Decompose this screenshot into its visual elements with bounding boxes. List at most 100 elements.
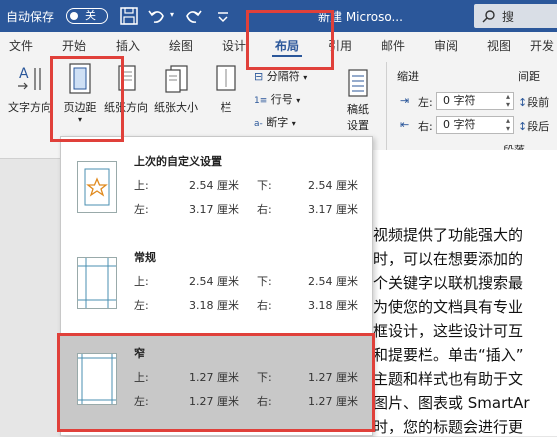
hyphenation-dropdown-icon: ▾ xyxy=(291,119,296,128)
document-line: 为使您的文档具有专业 xyxy=(373,298,524,316)
text-direction-button[interactable]: A 文字方向 xyxy=(4,62,56,115)
document-line: 框设计，这些设计可互 xyxy=(373,322,524,340)
document-line: 图片、图表或 SmartAr xyxy=(373,394,530,412)
breaks-label: 分隔符 xyxy=(266,70,300,83)
margin-preview-last-custom xyxy=(77,161,117,213)
autosave-toggle[interactable]: 关 xyxy=(66,8,108,24)
indent-right-value: 0 字符 xyxy=(443,118,476,131)
document-line: 视频提供了功能强大的 xyxy=(373,226,524,244)
save-icon[interactable] xyxy=(118,5,140,27)
indent-right-label: 右: xyxy=(418,120,433,133)
right-label: 右: xyxy=(257,203,272,216)
indent-left-input[interactable]: 0 字符 ▴ ▾ xyxy=(436,92,514,110)
toggle-state-label: 关 xyxy=(85,9,96,22)
ribbon-divider xyxy=(386,62,387,152)
undo-dropdown-icon[interactable]: ▾ xyxy=(170,10,174,19)
left-label: 左: xyxy=(134,203,149,216)
customize-icon[interactable] xyxy=(212,5,234,27)
document-line: 和提要栏。单击“插入” xyxy=(373,346,524,364)
tab-insert[interactable]: 插入 xyxy=(116,37,140,54)
spacing-after[interactable]: ↕段后 xyxy=(518,118,549,134)
highlight-margins-button xyxy=(50,56,124,142)
size-icon xyxy=(165,65,188,93)
hyphenation-button[interactable]: a- 断字 ▾ xyxy=(254,114,296,130)
spacing-before[interactable]: ↕段前 xyxy=(518,94,549,110)
redo-icon[interactable] xyxy=(182,5,204,27)
search-placeholder: 搜 xyxy=(502,10,515,24)
breaks-dropdown-icon: ▾ xyxy=(303,73,308,82)
spacing-before-label: 段前 xyxy=(527,96,550,109)
document-line: 时，您的标题会进行更 xyxy=(373,418,524,436)
bottom-label: 下: xyxy=(257,275,272,288)
bottom-value: 2.54 厘米 xyxy=(308,179,358,192)
line-numbers-button[interactable]: 1≡ 行号 ▾ xyxy=(254,91,300,107)
right-value: 3.17 厘米 xyxy=(308,203,358,216)
document-page[interactable]: 视频提供了功能强大的 时，可以在想要添加的 个关键字以联机搜索最 为使您的文档具… xyxy=(347,150,557,436)
manuscript-label-2: 设置 xyxy=(347,119,369,132)
breaks-icon: ⊟ xyxy=(254,70,264,83)
indent-right-input[interactable]: 0 字符 ▴ ▾ xyxy=(436,116,514,134)
search-icon xyxy=(482,10,495,23)
spacing-after-icon: ↕ xyxy=(518,120,528,133)
columns-button[interactable]: 栏 xyxy=(206,62,246,115)
text-direction-label: 文字方向 xyxy=(8,101,52,114)
spacing-before-icon: ↕ xyxy=(518,96,528,109)
breaks-button[interactable]: ⊟ 分隔符 ▾ xyxy=(254,68,307,84)
columns-icon xyxy=(216,65,236,91)
line-numbers-dropdown-icon: ▾ xyxy=(296,96,301,105)
margin-option-name: 上次的自定义设置 xyxy=(134,155,222,168)
indent-right-icon: ⇤ xyxy=(400,118,410,131)
tab-draw[interactable]: 绘图 xyxy=(169,37,193,54)
highlight-layout-tab xyxy=(246,10,334,70)
size-button[interactable]: 纸张大小 xyxy=(151,62,201,115)
columns-label: 栏 xyxy=(220,101,232,114)
star-icon xyxy=(84,168,110,206)
tab-file[interactable]: 文件 xyxy=(9,37,33,54)
tab-home[interactable]: 开始 xyxy=(62,37,86,54)
left-label: 左: xyxy=(134,299,149,312)
hyphenation-icon: a- xyxy=(254,119,263,129)
indent-left-icon: ⇥ xyxy=(400,94,410,107)
undo-icon[interactable] xyxy=(146,5,168,27)
tab-developer[interactable]: 开发 xyxy=(530,37,554,54)
margin-option-normal[interactable]: 常规 上: 2.54 厘米 下: 2.54 厘米 左: 3.18 厘米 右: 3… xyxy=(61,237,372,333)
line-numbers-icon: 1≡ xyxy=(254,96,268,106)
document-line: 个关键字以联机搜索最 xyxy=(373,274,524,292)
indent-title: 缩进 xyxy=(397,70,419,83)
spacing-after-label: 段后 xyxy=(527,120,550,133)
highlight-narrow-option xyxy=(57,333,375,432)
margin-option-last-custom[interactable]: 上次的自定义设置 上: 2.54 厘米 下: 2.54 厘米 左: 3.17 厘… xyxy=(61,141,372,237)
document-line: 时，可以在想要添加的 xyxy=(373,250,524,268)
left-value: 3.18 厘米 xyxy=(189,299,239,312)
document-line: 主题和样式也有助于文 xyxy=(373,370,524,388)
autosave-label: 自动保存 xyxy=(6,10,55,24)
spacing-title: 间距 xyxy=(518,70,540,83)
size-label: 纸张大小 xyxy=(154,101,198,114)
search-box[interactable]: 搜 xyxy=(474,4,557,28)
manuscript-label: 稿纸 xyxy=(347,103,369,116)
svg-text:A: A xyxy=(19,66,29,82)
top-label: 上: xyxy=(134,179,149,192)
bottom-value: 2.54 厘米 xyxy=(308,275,358,288)
tab-design[interactable]: 设计 xyxy=(222,37,246,54)
margin-option-name: 常规 xyxy=(134,251,156,264)
toggle-knob xyxy=(70,12,78,20)
line-numbers-label: 行号 xyxy=(270,93,293,106)
margin-preview-normal xyxy=(77,257,117,309)
text-direction-icon: A xyxy=(18,66,41,90)
manuscript-icon xyxy=(348,69,368,97)
top-value: 2.54 厘米 xyxy=(189,275,239,288)
tab-mailings[interactable]: 邮件 xyxy=(381,37,405,54)
top-label: 上: xyxy=(134,275,149,288)
hyphenation-label: 断字 xyxy=(266,116,289,129)
indent-left-value: 0 字符 xyxy=(443,94,476,107)
right-value: 3.18 厘米 xyxy=(308,299,358,312)
tab-view[interactable]: 视图 xyxy=(487,37,511,54)
indent-left-spinner-icon[interactable]: ▴ ▾ xyxy=(506,93,510,109)
bottom-label: 下: xyxy=(257,179,272,192)
manuscript-button[interactable]: 稿纸 设置 xyxy=(338,68,378,133)
top-value: 2.54 厘米 xyxy=(189,179,239,192)
right-label: 右: xyxy=(257,299,272,312)
tab-review[interactable]: 审阅 xyxy=(434,37,458,54)
indent-right-spinner-icon[interactable]: ▴ ▾ xyxy=(506,117,510,133)
